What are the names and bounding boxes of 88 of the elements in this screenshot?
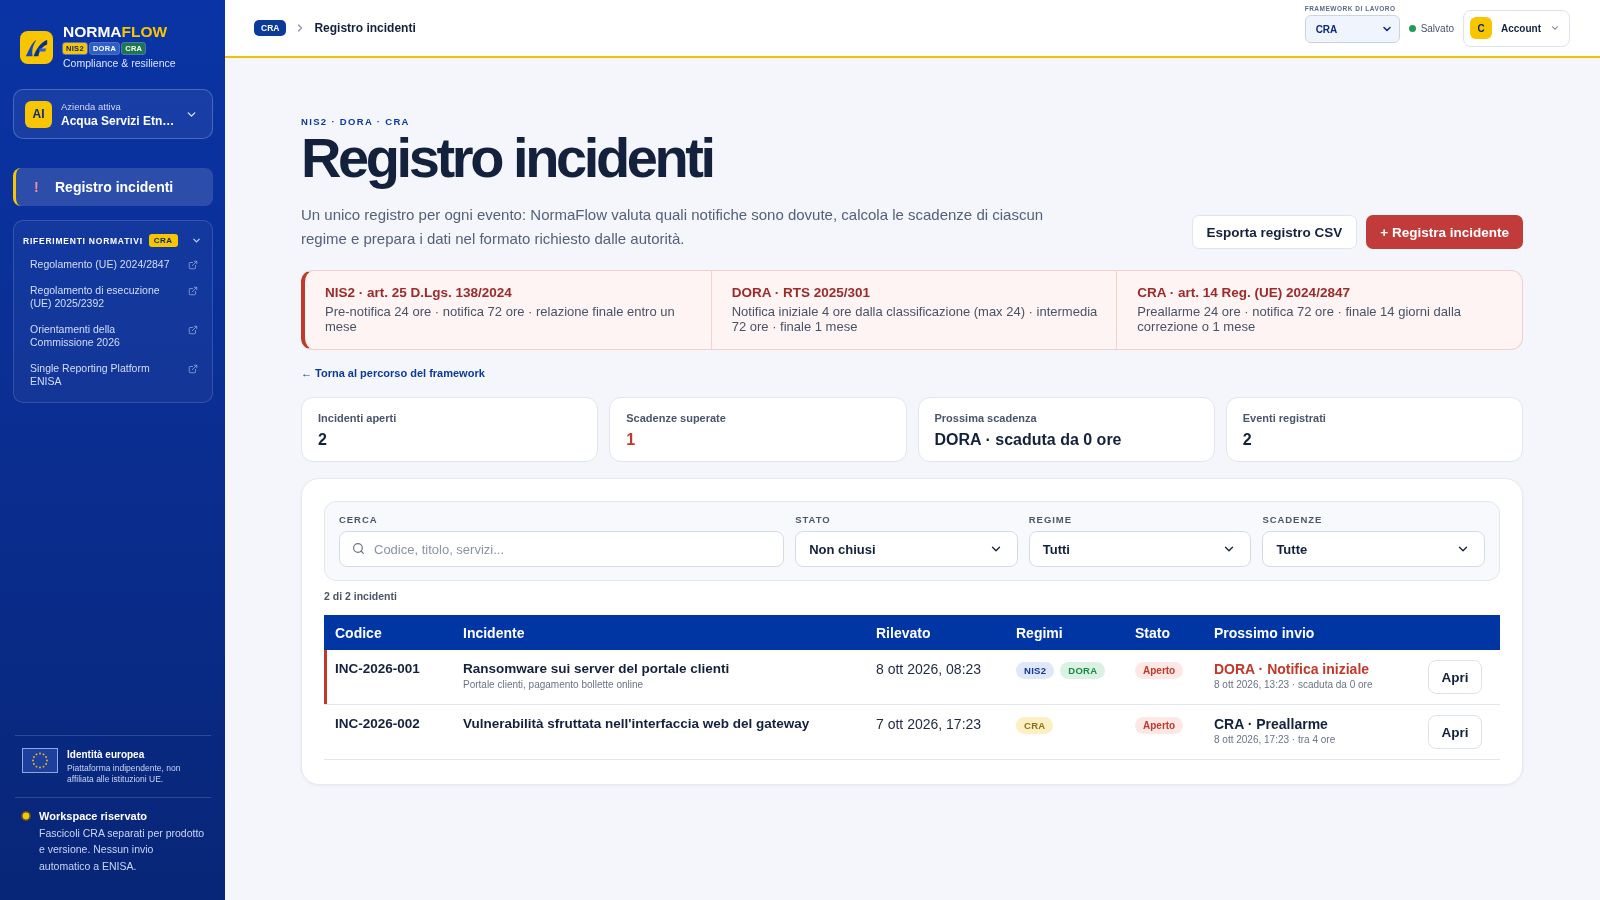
detected-date: 8 ott 2026, 08:23 (876, 661, 982, 677)
filter-label: SCADENZE (1262, 514, 1324, 526)
chevron-down-icon (1550, 23, 1560, 33)
regime-tag: NIS2 (1016, 662, 1055, 679)
open-button[interactable]: Apri (1428, 715, 1482, 749)
next-deadline-detail: 8 ott 2026, 13:23 · scaduta da 0 ore (1214, 679, 1373, 691)
incident-code: INC-2026-001 (335, 661, 420, 677)
company-label: Azienda attiva (61, 100, 122, 112)
reference-link[interactable]: Orientamenti della Commissione 2026 (23, 322, 202, 350)
logo-icon (20, 31, 53, 64)
column-header: Rilevato (875, 624, 932, 641)
identity-text: Piattaforma indipendente, non affiliata alle istituzioni UE. (67, 762, 182, 786)
regime-text: Notifica iniziale 4 ore dalla classificazione (max 24) · intermedia 72 ore · finale 1 mese (731, 304, 1099, 334)
stat-label: Eventi registrati (1242, 412, 1327, 425)
chevron-down-icon[interactable] (191, 235, 202, 246)
next-deadline-detail: 8 ott 2026, 17:23 · tra 4 ore (1214, 734, 1336, 746)
add-incident-button[interactable]: + Registra incidente (1366, 215, 1523, 249)
reference-link[interactable]: Regolamento (UE) 2024/2847 (23, 258, 202, 272)
column-header: Incidente (462, 624, 526, 641)
status-tag: Aperto (1135, 662, 1184, 679)
regime-title: CRA · art. 14 Reg. (UE) 2024/2847 (1137, 285, 1351, 301)
stat-value: 2 (1242, 430, 1253, 449)
framework-tag: CRA (148, 234, 178, 247)
stat-value: 2 (318, 430, 328, 449)
external-link-icon (188, 260, 198, 270)
account-avatar: C (1470, 17, 1492, 39)
stat-label: Scadenze superate (626, 412, 727, 425)
column-header: Prossimo invio (1213, 624, 1316, 641)
account-button[interactable]: C Account (1463, 9, 1570, 47)
open-button[interactable]: Apri (1428, 660, 1482, 694)
stat-label: Prossima scadenza (934, 412, 1038, 425)
workspace-title: Workspace riservato (39, 808, 149, 823)
regime-text: Preallarme 24 ore · notifica 72 ore · finale 14 giorni dalla correzione o 1 mese (1137, 304, 1463, 334)
search-icon (352, 542, 365, 555)
export-button[interactable]: Esporta registro CSV (1191, 215, 1358, 249)
back-link[interactable]: ← Torna al percorso del framework (301, 367, 485, 380)
search-field[interactable]: Codice, titolo, servizi... (339, 531, 785, 567)
references-title: RIFERIMENTI NORMATIVI (23, 235, 143, 246)
column-header: Stato (1134, 624, 1171, 641)
breadcrumb-current: Registro incidenti (314, 21, 416, 35)
reference-link[interactable]: Single Reporting Platform ENISA (23, 361, 202, 389)
save-status: Salvato (1420, 22, 1454, 34)
incident-subtitle: Portale clienti, pagamento bollette online (463, 679, 644, 691)
regime-title: DORA · RTS 2025/301 (731, 285, 871, 301)
filter-select[interactable]: Non chiusi (795, 531, 1018, 567)
stat-label: Incidenti aperti (318, 412, 398, 425)
external-link-icon (188, 363, 198, 374)
external-link-icon (188, 324, 198, 335)
brand-name: NORMAFLOW (63, 23, 169, 40)
incident-title: Vulnerabilità sfruttata nell'interfaccia web del gateway (463, 716, 810, 732)
regime-tag: DORA (1060, 662, 1106, 679)
page-description: Un unico registro per ogni evento: NormaFlow valuta quali notifiche sono dovute, calcola le scadenze di ciascun regime e prepara i dati nel formato richiesto dalle autorità. (301, 205, 1045, 249)
next-deadline-title: CRA · Preallarme (1214, 716, 1328, 732)
page-title: Registro incidenti (301, 128, 714, 188)
company-avatar: AI (25, 100, 52, 128)
status-tag: Aperto (1135, 717, 1184, 734)
next-deadline-title: DORA · Notifica iniziale (1214, 661, 1370, 677)
column-header: Regimi (1015, 624, 1064, 641)
framework-select[interactable]: CRA (1304, 15, 1400, 43)
filter-label: REGIME (1028, 514, 1073, 526)
exclamation-icon: ! (34, 179, 42, 195)
breadcrumb-link[interactable]: CRA (254, 20, 287, 36)
result-count: 2 di 2 incidenti (324, 590, 398, 603)
regime-title: NIS2 · art. 25 D.Lgs. 138/2024 (325, 285, 513, 301)
nav-item[interactable]: ! Registro incidenti (13, 168, 213, 206)
stat-value: DORA · scaduta da 0 ore (934, 430, 1123, 449)
regime-tag: CRA (1016, 717, 1054, 734)
incident-code: INC-2026-002 (335, 716, 420, 732)
stat-value: 1 (626, 430, 637, 449)
company-name: Acqua Servizi Etn… (61, 113, 176, 128)
eu-flag-icon (22, 747, 58, 773)
page-eyebrow: NIS2 · DORA · CRA (301, 116, 411, 128)
workspace-text: Fascicoli CRA separati per prodotto e versione. Nessun invio automatico a ENISA. (39, 825, 206, 874)
filter-select[interactable]: Tutte (1262, 531, 1485, 567)
filter-select[interactable]: Tutti (1028, 531, 1252, 567)
column-header: Codice (334, 624, 383, 641)
brand-tagline: Compliance & resilience (63, 57, 176, 70)
external-link-icon (188, 285, 198, 296)
status-dot-icon (21, 810, 31, 821)
detected-date: 7 ott 2026, 17:23 (876, 716, 982, 732)
regime-text: Pre-notifica 24 ore · notifica 72 ore · relazione finale entro un mese (325, 304, 676, 334)
status-dot-icon (1408, 24, 1416, 32)
company-selector[interactable]: AI Azienda attiva Acqua Servizi Etn… (13, 89, 213, 139)
incident-title: Ransomware sui server del portale clienti (463, 661, 730, 677)
identity-title: Identità europea (67, 747, 146, 761)
filter-label: CERCA (339, 514, 379, 526)
reference-link[interactable]: Regolamento di esecuzione (UE) 2025/2392 (23, 283, 202, 311)
filter-label: STATO (795, 514, 832, 526)
